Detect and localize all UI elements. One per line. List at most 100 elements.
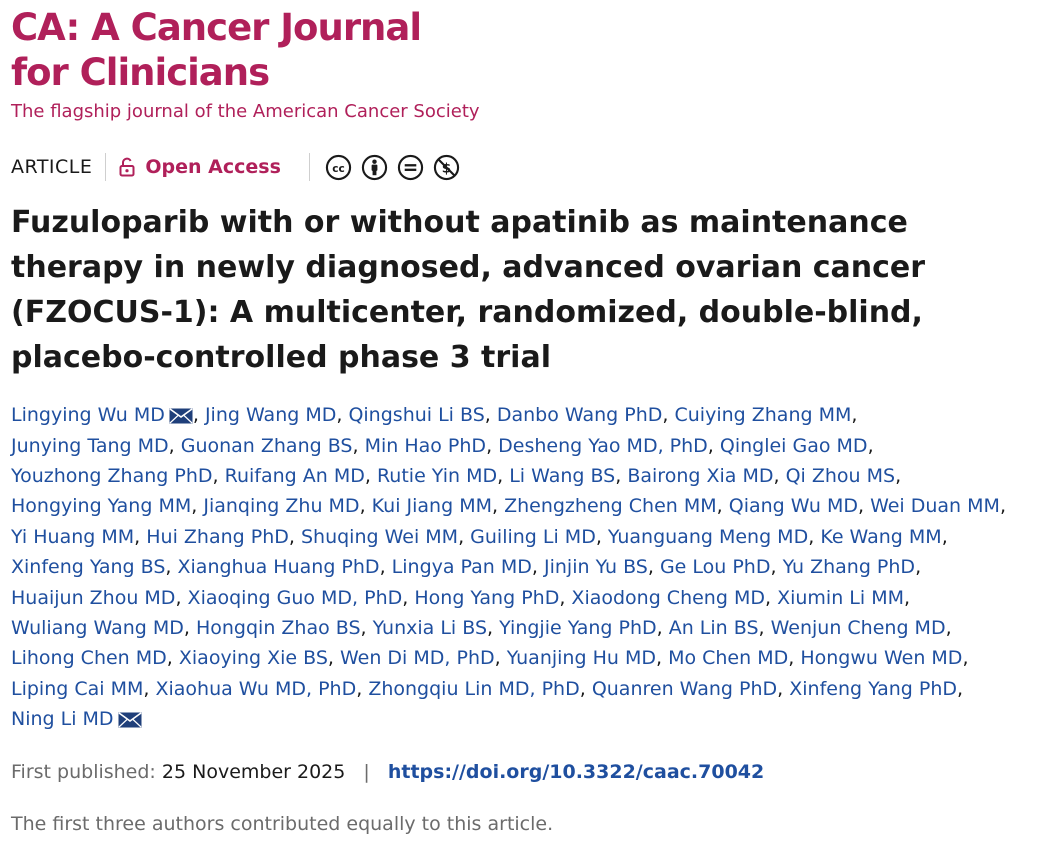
author-link[interactable]: Guonan Zhang BS [181, 435, 353, 457]
author-link[interactable]: Lingya Pan MD [392, 556, 532, 578]
author-link[interactable]: Xiumin Li MM [777, 587, 904, 609]
email-icon[interactable] [169, 408, 193, 424]
author-contribution-note: The first three authors contributed equa… [11, 812, 554, 835]
author-link[interactable]: Xinfeng Yang BS [11, 556, 165, 578]
author-link[interactable]: Qingshui Li BS [348, 404, 484, 426]
open-access-label: Open Access [145, 156, 281, 178]
email-icon[interactable] [118, 712, 142, 728]
author-link[interactable]: Cuiying Zhang MM [674, 404, 851, 426]
author-link[interactable]: Kui Jiang MM [372, 495, 492, 517]
article-title: Fuzuloparib with or without apatinib as … [11, 205, 926, 375]
author-link[interactable]: Hongying Yang MM [11, 495, 191, 517]
author-link[interactable]: Bairong Xia MD [627, 465, 773, 487]
author-separator: , [777, 677, 790, 700]
author-link[interactable]: Min Hao PhD [365, 435, 486, 457]
author-link[interactable]: Wenjun Cheng MD [771, 617, 946, 639]
author-link[interactable]: Yunxia Li BS [373, 617, 487, 639]
author-link[interactable]: Hong Yang PhD [414, 587, 559, 609]
author-link[interactable]: Jianqing Zhu MD [203, 495, 359, 517]
journal-logo[interactable]: CA: A Cancer Journal for Clinicians The … [11, 5, 1041, 123]
author-link[interactable]: Qi Zhou MS [786, 465, 896, 487]
author-link[interactable]: Lihong Chen MD [11, 647, 167, 669]
author-separator: , [360, 616, 373, 639]
author-separator: , [559, 586, 572, 609]
author-separator: , [941, 525, 948, 548]
open-access-badge[interactable]: Open Access [119, 156, 281, 178]
author-name: An Lin BS [668, 616, 759, 639]
author-name: Hongqin Zhao BS [195, 616, 361, 639]
author-separator: , [957, 677, 964, 700]
author-link[interactable]: Li Wang BS [509, 465, 615, 487]
author-link[interactable]: Xiaohua Wu MD, PhD [155, 678, 356, 700]
creative-commons-license[interactable]: cc $ [325, 154, 469, 181]
author-link[interactable]: Huaijun Zhou MD [11, 587, 175, 609]
author-link[interactable]: Quanren Wang PhD [592, 678, 777, 700]
author-separator: , [166, 647, 179, 670]
author-separator: , [168, 434, 181, 457]
author-link[interactable]: Qiang Wu MD [729, 495, 858, 517]
author-name: Ning Li MD [11, 708, 114, 731]
author-link[interactable]: Zhengzheng Chen MM [504, 495, 717, 517]
author-link[interactable]: Hongqin Zhao BS [196, 617, 361, 639]
author-link[interactable]: Yuanjing Hu MD [507, 647, 656, 669]
author-link[interactable]: Qinglei Gao MD [720, 435, 868, 457]
journal-tagline: The flagship journal of the American Can… [11, 101, 480, 122]
publication-separator: | [363, 760, 370, 783]
author-separator: , [999, 495, 1006, 518]
author-link[interactable]: Mo Chen MD [668, 647, 788, 669]
author-name: Lingya Pan MD [391, 556, 532, 579]
author-separator: , [851, 404, 858, 427]
author-name: Junying Tang MD [11, 434, 169, 457]
author-link[interactable]: Ke Wang MM [820, 526, 941, 548]
author-link[interactable]: Xinfeng Yang PhD [789, 678, 957, 700]
author-name: Mo Chen MD [668, 647, 789, 670]
author-link[interactable]: Ning Li MD [11, 708, 142, 730]
author-name: Qiang Wu MD [728, 495, 858, 518]
author-link[interactable]: Hongwu Wen MD [800, 647, 962, 669]
author-link[interactable]: Yu Zhang PhD [783, 556, 915, 578]
by-attribution-icon [361, 154, 388, 180]
author-link[interactable]: Jing Wang MD [205, 404, 336, 426]
author-link[interactable]: Xianghua Huang PhD [178, 556, 380, 578]
author-separator: , [770, 556, 783, 579]
author-name: Zhengzheng Chen MM [504, 495, 717, 518]
author-link[interactable]: Wuliang Wang MD [11, 617, 184, 639]
author-link[interactable]: Yingjie Yang PhD [499, 617, 657, 639]
author-separator: , [484, 404, 497, 427]
author-separator: , [183, 616, 196, 639]
author-link[interactable]: Hui Zhang PhD [146, 526, 289, 548]
author-link[interactable]: Junying Tang MD [11, 435, 169, 457]
author-link[interactable]: Youzhong Zhang PhD [11, 465, 213, 487]
author-link[interactable]: Xiaoqing Guo MD, PhD [188, 587, 403, 609]
author-name: Jianqing Zhu MD [203, 495, 360, 518]
author-link[interactable]: Desheng Yao MD, PhD [498, 435, 708, 457]
author-link[interactable]: Zhongqiu Lin MD, PhD [368, 678, 579, 700]
author-name: Ruifang An MD [224, 464, 365, 487]
author-link[interactable]: Yuanguang Meng MD [608, 526, 808, 548]
author-name: Xinfeng Yang PhD [789, 677, 958, 700]
author-separator: , [497, 464, 510, 487]
author-link[interactable]: Rutie Yin MD [377, 465, 497, 487]
author-link[interactable]: Ge Lou PhD [660, 556, 771, 578]
author-link[interactable]: Xiaoying Xie BS [179, 647, 328, 669]
author-link[interactable]: Wen Di MD, PhD [340, 647, 495, 669]
author-link[interactable]: An Lin BS [669, 617, 759, 639]
author-name: Wen Di MD, PhD [339, 647, 495, 670]
author-link[interactable]: Danbo Wang PhD [497, 404, 663, 426]
author-name: Ge Lou PhD [659, 556, 771, 579]
author-link[interactable]: Shuqing Wei MM [301, 526, 458, 548]
author-name: Hongwu Wen MD [800, 647, 963, 670]
author-link[interactable]: Lingying Wu MD [11, 404, 193, 426]
author-link[interactable]: Jinjin Yu BS [544, 556, 648, 578]
author-link[interactable]: Xiaodong Cheng MD [571, 587, 765, 609]
author-link[interactable]: Wei Duan MM [870, 495, 1000, 517]
author-link[interactable]: Ruifang An MD [225, 465, 365, 487]
author-name: Li Wang BS [509, 464, 616, 487]
doi-link[interactable]: https://doi.org/10.3322/caac.70042 [388, 761, 764, 783]
author-name: Kui Jiang MM [371, 495, 492, 518]
author-link[interactable]: Guiling Li MD [470, 526, 596, 548]
first-published-label: First published: [11, 760, 156, 783]
first-published-date: 25 November 2025 [161, 760, 346, 783]
author-link[interactable]: Yi Huang MM [11, 526, 134, 548]
author-link[interactable]: Liping Cai MM [11, 678, 143, 700]
